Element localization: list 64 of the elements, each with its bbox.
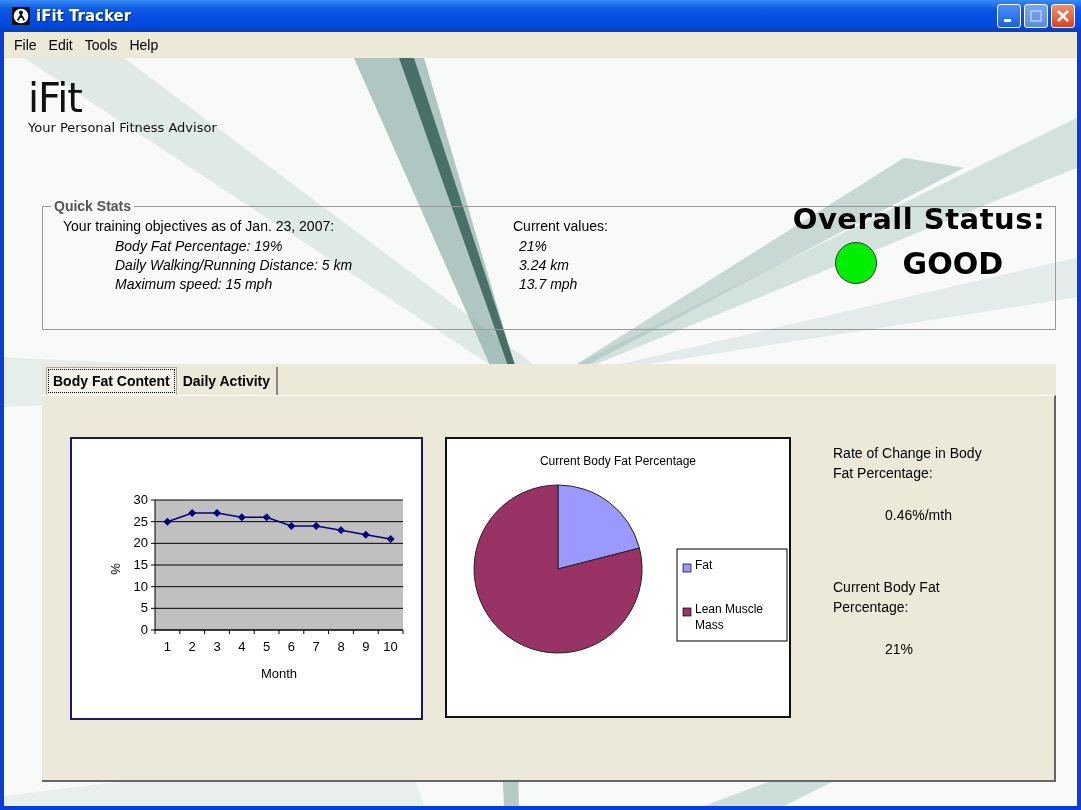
current-value: 3.24 km [518, 256, 570, 275]
status-value: GOOD [902, 245, 1004, 281]
menu-item[interactable]: Help [123, 35, 165, 55]
legend-swatch [682, 607, 692, 617]
window-title: iFit Tracker [36, 7, 132, 25]
legend-label: Fat [695, 557, 714, 573]
objective-text: Maximum speed: 15 mph [114, 275, 274, 294]
objectives-heading: Your training objectives as of Jan. 23, 2007: [63, 217, 336, 236]
group-title: Quick Stats [53, 198, 133, 214]
legend-swatch [682, 563, 692, 573]
chart-title: Current Body Fat Percentage [539, 454, 697, 468]
maximize-icon [1030, 10, 1042, 22]
close-icon [1056, 9, 1070, 23]
axis-tick-label: 1 [163, 639, 171, 654]
data-point [188, 509, 197, 517]
axis-tick-label: 6 [287, 639, 295, 654]
axis-tick-label: 7 [312, 639, 320, 654]
minimize-button[interactable] [997, 4, 1021, 28]
axis-tick-label: 10 [133, 578, 148, 594]
current-value: 13.7 mph [518, 275, 579, 294]
current-heading: Current values: [513, 217, 609, 236]
axis-tick-label: 2 [188, 639, 196, 654]
summary-label: Rate of Change in Body Fat Percentage: [833, 444, 983, 483]
data-point [213, 509, 221, 517]
data-point [337, 526, 345, 535]
tagline: Your Personal Fitness Advisor [28, 120, 218, 135]
axis-tick-label: 5 [140, 600, 148, 616]
status-heading: Overall Status: [792, 202, 1045, 236]
app-logo: iFit [28, 76, 83, 120]
summary-value: 21% [884, 640, 915, 659]
data-point [287, 522, 296, 530]
data-point [386, 535, 395, 543]
axis-tick-label: 9 [362, 639, 370, 654]
menu-item[interactable]: Tools [78, 35, 124, 55]
menu-item[interactable]: Edit [42, 35, 79, 55]
tab[interactable]: Body Fat Content [46, 367, 177, 395]
data-point [361, 530, 370, 539]
axis-tick-label: 8 [337, 639, 345, 654]
maximize-button[interactable] [1024, 4, 1048, 28]
summary-label: Current Body Fat Percentage: [833, 578, 941, 617]
objective-text: Body Fat Percentage: 19% [114, 237, 284, 256]
data-point [237, 513, 246, 522]
menu-item[interactable]: File [8, 35, 43, 55]
app-icon [12, 7, 30, 25]
axis-tick-label: 20 [133, 535, 148, 551]
axis-tick-label: 10 [383, 639, 398, 654]
axis-tick-label: 25 [133, 513, 148, 529]
axis-tick-label: 5 [263, 639, 271, 654]
minimize-icon [1004, 19, 1011, 22]
data-point [163, 517, 172, 526]
axis-tick-label: 30 [133, 492, 148, 507]
axis-title: Month [260, 666, 298, 681]
legend-label: Lean Muscle Mass [695, 601, 765, 633]
axis-tick-label: 0 [140, 622, 148, 637]
axis-title: % [108, 563, 123, 575]
summary-value: 0.46%/mth [884, 506, 953, 525]
data-point [262, 513, 271, 522]
objective-text: Daily Walking/Running Distance: 5 km [114, 256, 354, 275]
close-button[interactable] [1051, 4, 1075, 28]
current-value: 21% [518, 237, 549, 256]
axis-tick-label: 3 [213, 639, 221, 654]
axis-tick-label: 15 [133, 557, 148, 572]
axis-tick-label: 4 [238, 639, 246, 654]
data-point [312, 522, 321, 530]
